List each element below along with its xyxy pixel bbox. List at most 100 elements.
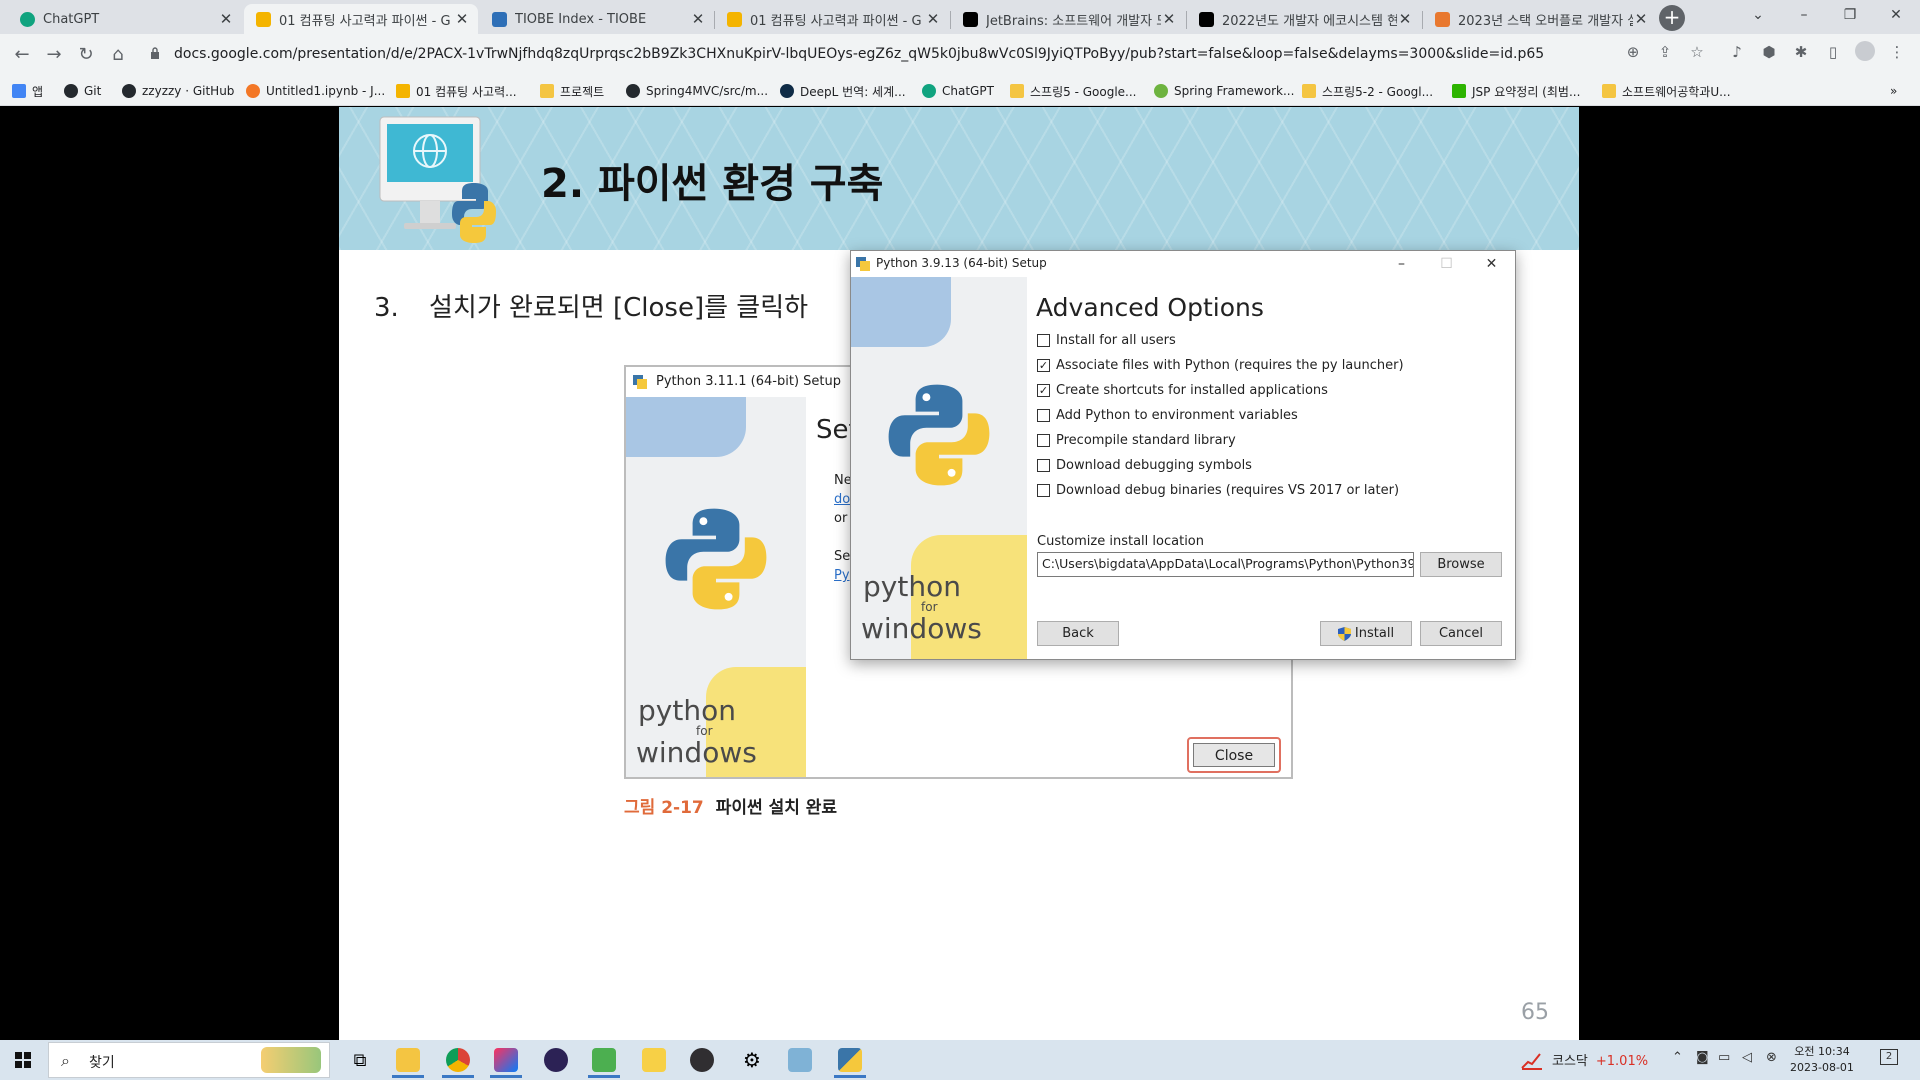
bookmark-github[interactable]: zzyzzy · GitHub — [122, 81, 234, 101]
close-tab-icon[interactable]: ✕ — [1397, 10, 1413, 28]
reload-icon[interactable]: ↻ — [72, 41, 100, 69]
bookmark-deepl[interactable]: DeepL 번역: 세계... — [780, 81, 906, 101]
zoom-icon[interactable]: ⊕ — [1622, 41, 1644, 63]
taskbar-search-box[interactable]: ⌕ 찾기 — [48, 1042, 330, 1078]
chrome-icon[interactable] — [436, 1042, 480, 1078]
share-icon[interactable]: ⇪ — [1654, 41, 1676, 63]
option-debug-binaries[interactable]: Download debug binaries (requires VS 201… — [1037, 481, 1399, 499]
option-debug-symbols[interactable]: Download debugging symbols — [1037, 456, 1252, 474]
new-tab-button[interactable]: + — [1659, 5, 1685, 31]
bookmark-chatgpt[interactable]: ChatGPT — [922, 81, 994, 101]
back-button[interactable]: Back — [1037, 621, 1119, 646]
camera-icon[interactable]: ◙ — [1696, 1050, 1709, 1065]
menu-icon[interactable]: ⋮ — [1886, 41, 1908, 63]
option-label: Install for all users — [1056, 332, 1176, 348]
checkbox[interactable]: ✓ — [1037, 383, 1050, 397]
bookmark-spring5-2[interactable]: 스프링5-2 - Googl... — [1302, 81, 1433, 101]
checkbox[interactable] — [1037, 433, 1050, 447]
close-tab-icon[interactable]: ✕ — [690, 10, 706, 28]
bookmark-jupyter[interactable]: Untitled1.ipynb - J... — [246, 81, 385, 101]
checkbox[interactable]: ✓ — [1037, 358, 1050, 372]
bookmark-star-icon[interactable]: ☆ — [1686, 41, 1708, 63]
music-extension-icon[interactable]: ♪ — [1726, 41, 1748, 63]
browse-button[interactable]: Browse — [1420, 552, 1502, 577]
bookmark-swengineering[interactable]: 소프트웨어공학과U... — [1602, 81, 1731, 101]
close-tab-icon[interactable]: ✕ — [1161, 10, 1177, 28]
close-tab-icon[interactable]: ✕ — [925, 10, 941, 28]
taskbar-clock[interactable]: 오전 10:34 2023-08-01 — [1790, 1044, 1854, 1076]
dialog-titlebar[interactable]: Python 3.9.13 (64-bit) Setup – ☐ ✕ — [851, 251, 1515, 277]
install-location-input[interactable]: C:\Users\bigdata\AppData\Local\Programs\… — [1037, 552, 1414, 577]
bookmark-label: ChatGPT — [942, 84, 994, 98]
home-icon[interactable]: ⌂ — [104, 41, 132, 69]
back-icon[interactable]: ← — [8, 41, 36, 69]
tab-jetbrains-2[interactable]: 2022년도 개발자 에코시스템 현 ✕ — [1187, 4, 1421, 34]
profile-avatar[interactable] — [1854, 41, 1876, 63]
bookmark-git[interactable]: Git — [64, 81, 101, 101]
restore-icon[interactable]: ❐ — [1827, 0, 1873, 30]
close-tab-icon[interactable]: ✕ — [454, 10, 470, 28]
checkbox[interactable] — [1037, 333, 1050, 347]
bookmark-spring-framework[interactable]: Spring Framework... — [1154, 81, 1294, 101]
option-create-shortcuts[interactable]: ✓ Create shortcuts for installed applicat… — [1037, 381, 1328, 399]
tab-slides-2[interactable]: 01 컴퓨팅 사고력과 파이썬 - G ✕ — [715, 4, 949, 34]
cancel-button[interactable]: Cancel — [1420, 621, 1502, 646]
blue-shape-decoration — [851, 277, 951, 347]
option-install-all-users[interactable]: Install for all users — [1037, 331, 1176, 349]
tab-tiobe[interactable]: TIOBE Index - TIOBE ✕ — [480, 4, 714, 34]
file-explorer-icon[interactable] — [386, 1042, 430, 1078]
python-setup-taskbar-icon[interactable] — [828, 1042, 872, 1078]
stock-widget[interactable]: 코스닥 +1.01% — [1552, 1050, 1648, 1069]
close-tab-icon[interactable]: ✕ — [1633, 10, 1649, 28]
bookmark-label: 01 컴퓨팅 사고력... — [416, 84, 517, 99]
chart-app-icon[interactable] — [582, 1042, 626, 1078]
windows-start-icon[interactable] — [0, 1040, 46, 1080]
obs-icon[interactable] — [680, 1042, 724, 1078]
install-button[interactable]: Install — [1320, 621, 1412, 646]
tab-stackoverflow[interactable]: 2023년 스택 오버플로 개발자 설 ✕ — [1423, 4, 1657, 34]
bookmark-jsp[interactable]: JSP 요약정리 (최범... — [1452, 81, 1580, 101]
dialog-minimize-icon[interactable]: – — [1379, 251, 1424, 277]
bookmark-spring4mvc[interactable]: Spring4MVC/src/m... — [626, 81, 768, 101]
checkbox[interactable] — [1037, 458, 1050, 472]
notification-center-icon[interactable]: 2 — [1880, 1048, 1898, 1065]
dialog-close-icon[interactable]: ✕ — [1469, 251, 1514, 277]
bookmark-label: zzyzzy · GitHub — [142, 84, 235, 98]
bookmark-apps[interactable]: 앱 — [12, 81, 43, 101]
network-icon[interactable]: ▭ — [1718, 1050, 1730, 1065]
lock-icon[interactable] — [150, 47, 160, 59]
settings-gear-icon[interactable]: ⚙ — [730, 1042, 774, 1078]
bookmark-slides[interactable]: 01 컴퓨팅 사고력... — [396, 81, 517, 101]
task-view-icon[interactable]: ⧉ — [338, 1042, 382, 1078]
intellij-icon[interactable] — [484, 1042, 528, 1078]
tab-search-icon[interactable]: ⌄ — [1735, 0, 1781, 30]
close-tab-icon[interactable]: ✕ — [218, 10, 234, 28]
tab-slides-active[interactable]: 01 컴퓨팅 사고력과 파이썬 - G ✕ — [244, 4, 478, 34]
bookmark-label: 스프링5-2 - Googl... — [1322, 84, 1434, 99]
url-text[interactable]: docs.google.com/presentation/d/e/2PACX-1… — [174, 46, 1544, 62]
option-add-to-path[interactable]: Add Python to environment variables — [1037, 406, 1298, 424]
forward-icon[interactable]: → — [40, 41, 68, 69]
close-window-icon[interactable]: ✕ — [1873, 0, 1919, 30]
tab-chatgpt[interactable]: ChatGPT ✕ — [8, 4, 242, 34]
notepad-app-icon[interactable] — [778, 1042, 822, 1078]
minimize-icon[interactable]: – — [1781, 0, 1827, 30]
bookmark-project[interactable]: 프로젝트 — [540, 81, 604, 101]
tray-overflow-icon[interactable]: ⌃ — [1672, 1050, 1683, 1065]
side-panel-icon[interactable]: ▯ — [1822, 41, 1844, 63]
jetbrains-favicon-icon — [1199, 11, 1214, 27]
eclipse-icon[interactable] — [534, 1042, 578, 1078]
bookmark-spring5[interactable]: 스프링5 - Google... — [1010, 81, 1136, 101]
option-precompile-stdlib[interactable]: Precompile standard library — [1037, 431, 1236, 449]
volume-muted-icon[interactable]: ◁ — [1742, 1050, 1752, 1065]
tab-jetbrains[interactable]: JetBrains: 소프트웨어 개발자 도 ✕ — [951, 4, 1185, 34]
diagram-app-icon[interactable] — [632, 1042, 676, 1078]
bookmarks-overflow-icon[interactable]: » — [1890, 81, 1897, 101]
checkbox[interactable] — [1037, 408, 1050, 422]
extension-icon[interactable]: ⬢ — [1758, 41, 1780, 63]
puzzle-extensions-icon[interactable]: ✱ — [1790, 41, 1812, 63]
option-associate-files[interactable]: ✓ Associate files with Python (requires t… — [1037, 356, 1404, 374]
slides-favicon-icon — [256, 11, 271, 27]
antivirus-icon[interactable]: ⊗ — [1766, 1050, 1777, 1065]
checkbox[interactable] — [1037, 483, 1050, 497]
